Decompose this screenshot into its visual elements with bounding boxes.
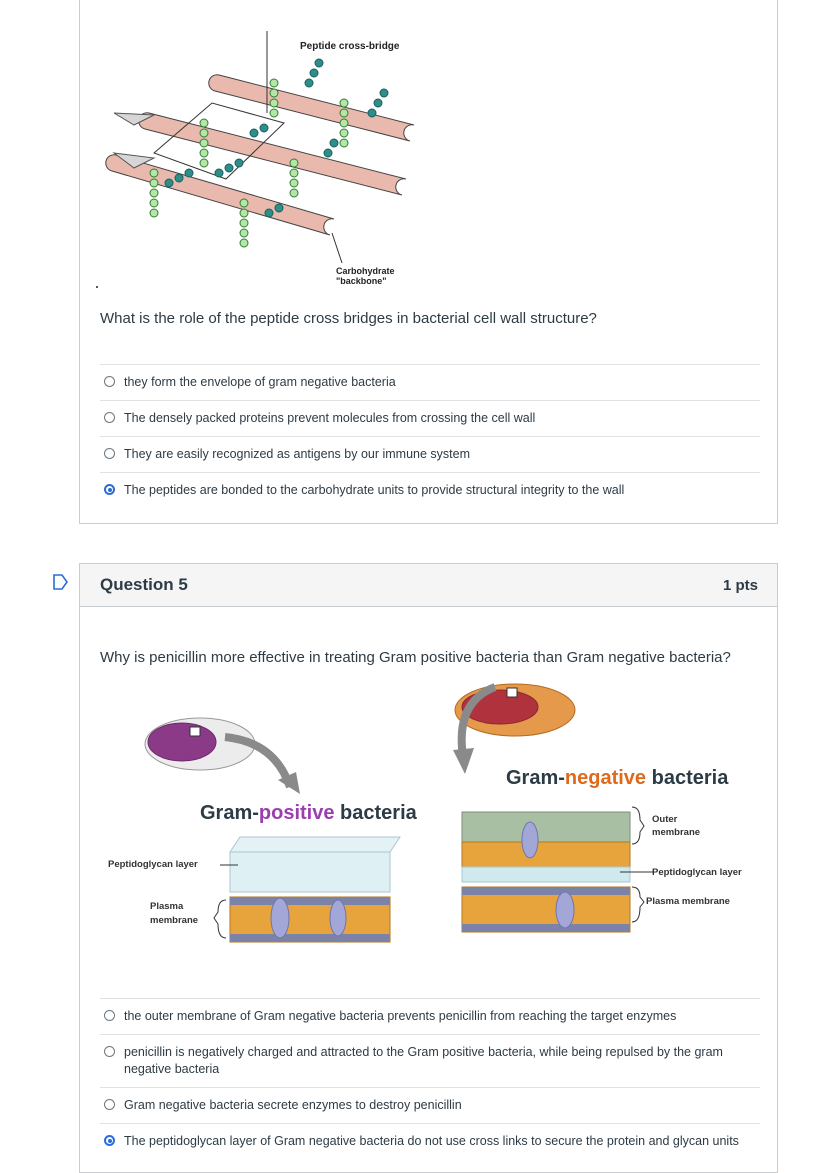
answer-option[interactable]: The densely packed proteins prevent mole…: [100, 400, 760, 436]
radio-button-checked[interactable]: [104, 484, 115, 495]
label-carbohydrate: Carbohydrate: [336, 266, 395, 276]
answer-option[interactable]: penicillin is negatively charged and att…: [100, 1034, 760, 1087]
label-backbone: "backbone": [336, 276, 387, 286]
label-plasma-left-1: Plasma: [150, 901, 184, 912]
flag-question-icon[interactable]: [52, 573, 70, 591]
answer-option[interactable]: the outer membrane of Gram negative bact…: [100, 998, 760, 1034]
label-plasma-left-2: membrane: [150, 915, 198, 926]
stray-dot: [96, 286, 98, 288]
question-5-text: Why is penicillin more effective in trea…: [100, 649, 731, 666]
label-outer-membrane-1: Outer: [652, 814, 678, 825]
title-prefix: Gram-: [506, 767, 565, 789]
question-4-text: What is the role of the peptide cross br…: [100, 310, 597, 327]
title-highlight: negative: [565, 767, 646, 789]
answer-option[interactable]: They are easily recognized as antigens b…: [100, 436, 760, 472]
answer-text: Gram negative bacteria secrete enzymes t…: [124, 1098, 462, 1112]
title-suffix: bacteria: [646, 767, 729, 789]
gram-bacteria-figure: Gram-positive bacteria Gram-negative bac…: [108, 683, 742, 943]
radio-button[interactable]: [104, 1099, 115, 1110]
answer-option-selected[interactable]: The peptidoglycan layer of Gram negative…: [100, 1123, 760, 1159]
answer-text: They are easily recognized as antigens b…: [124, 447, 470, 461]
answer-text: the outer membrane of Gram negative bact…: [124, 1009, 677, 1023]
label-outer-membrane-2: membrane: [652, 827, 700, 838]
question-5-answers: the outer membrane of Gram negative bact…: [100, 998, 760, 1159]
answer-option-selected[interactable]: The peptides are bonded to the carbohydr…: [100, 472, 760, 508]
label-peptidoglycan-right: Peptidoglycan layer: [652, 867, 742, 878]
radio-button-checked[interactable]: [104, 1135, 115, 1146]
answer-text: The densely packed proteins prevent mole…: [124, 411, 536, 425]
radio-button[interactable]: [104, 448, 115, 459]
radio-button[interactable]: [104, 412, 115, 423]
radio-button[interactable]: [104, 376, 115, 387]
answer-text: The peptidoglycan layer of Gram negative…: [124, 1134, 739, 1148]
question-header: Question 5 1 pts: [80, 564, 777, 607]
answer-text: penicillin is negatively charged and att…: [124, 1045, 723, 1076]
title-suffix: bacteria: [334, 802, 417, 824]
question-title: Question 5: [100, 575, 188, 594]
question-points: 1 pts: [722, 576, 758, 594]
answer-text: The peptides are bonded to the carbohydr…: [124, 483, 625, 497]
radio-button[interactable]: [104, 1010, 115, 1021]
title-highlight: positive: [259, 802, 335, 824]
gram-negative-title: Gram-negative bacteria: [506, 767, 729, 789]
label-peptidoglycan-left: Peptidoglycan layer: [108, 859, 198, 870]
title-prefix: Gram-: [200, 802, 259, 824]
answer-text: they form the envelope of gram negative …: [124, 375, 396, 389]
label-peptide-cross-bridge: Peptide cross-bridge: [300, 41, 400, 52]
question-4-card: Peptide cross-bridge Carbohydrate "backb…: [79, 0, 778, 524]
answer-option[interactable]: Gram negative bacteria secrete enzymes t…: [100, 1087, 760, 1123]
gram-positive-title: Gram-positive bacteria: [200, 802, 418, 824]
question-4-answers: they form the envelope of gram negative …: [100, 364, 760, 508]
answer-option[interactable]: they form the envelope of gram negative …: [100, 364, 760, 400]
question-5-card: Question 5 1 pts Why is penicillin more …: [79, 563, 778, 1173]
label-plasma-right: Plasma membrane: [646, 896, 730, 907]
peptidoglycan-structure-figure: Peptide cross-bridge Carbohydrate "backb…: [105, 31, 415, 286]
radio-button[interactable]: [104, 1046, 115, 1057]
